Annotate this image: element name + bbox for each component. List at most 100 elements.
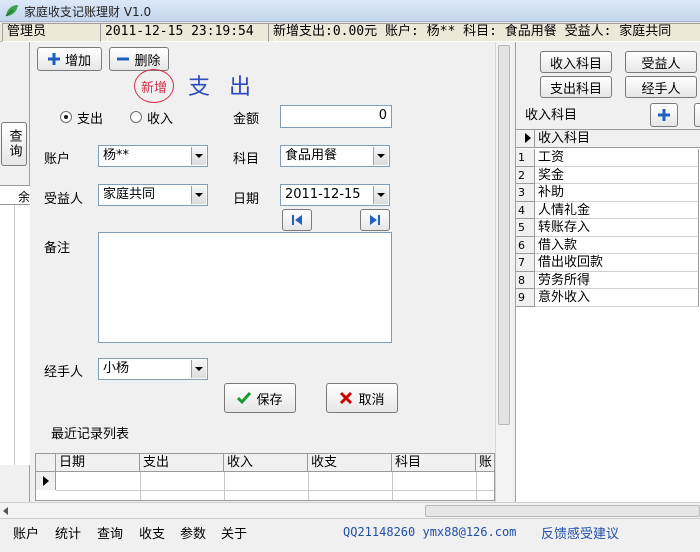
query-tab-button[interactable]: 查询 [1,122,27,166]
cancel-button[interactable]: 取消 [326,383,398,413]
menu-transactions[interactable]: 收支 [139,523,165,542]
delete-button[interactable]: 删除 [109,47,169,71]
status-user: 管理员 [2,23,108,42]
mode-title: 支 出 [188,75,257,100]
status-bar: 管理员 2011-12-15 23:19:54 新增支出:0.00元 账户: 杨… [0,22,700,42]
expense-radio[interactable] [60,111,72,123]
handler-label: 经手人 [44,365,84,380]
chevron-down-icon[interactable] [373,186,388,204]
menu-query[interactable]: 查询 [97,523,123,542]
note-label: 备注 [44,241,71,256]
beneficiary-button[interactable]: 受益人 [625,51,697,73]
account-select[interactable]: 杨** [98,145,208,167]
plus-icon [47,53,60,65]
chevron-down-icon[interactable] [373,147,388,165]
feedback-link[interactable]: 反馈感受建议 [541,523,619,542]
prev-day-button[interactable] [282,209,312,231]
skip-forward-icon [370,215,380,225]
save-button[interactable]: 保存 [224,383,296,413]
recent-list-title: 最近记录列表 [51,427,130,442]
beneficiary-select[interactable]: 家庭共同 [98,184,208,206]
category-row-number[interactable]: 1 [516,149,535,167]
category-row-number[interactable]: 7 [516,254,535,272]
chevron-down-icon[interactable] [191,186,206,204]
note-textarea[interactable] [98,232,392,343]
left-strip: 查询 余 [0,42,30,502]
income-radio[interactable] [130,111,142,123]
more-button[interactable] [694,103,700,127]
expense-category-button[interactable]: 支出科目 [540,76,612,98]
skip-back-icon [292,215,302,225]
col-income[interactable]: 收入 [224,454,308,472]
add-button[interactable]: 增加 [37,47,102,71]
category-row[interactable]: 转账存入 [535,219,699,237]
left-grid-header: 余 [0,185,30,205]
menu-settings[interactable]: 参数 [180,523,206,542]
close-icon [340,391,353,405]
handler-button[interactable]: 经手人 [625,76,697,98]
date-picker[interactable]: 2011-12-15 [280,184,390,206]
menu-statistics[interactable]: 统计 [55,523,81,542]
chevron-down-icon[interactable] [191,360,206,378]
menu-bar: 账户 统计 查询 收支 参数 关于 QQ21148260 ymx88@126.c… [0,519,700,552]
col-date[interactable]: 日期 [56,454,140,472]
category-row[interactable]: 借入款 [535,236,699,254]
minus-icon [117,57,130,61]
entry-form: 增加 删除 新增 支 出 支出 收入 金额 0 账户 杨** 科目 食品用餐 受… [30,42,495,502]
col-balance[interactable]: 收支 [308,454,392,472]
check-icon [237,392,252,405]
mode-badge: 新增 [134,69,174,103]
category-row[interactable]: 劳务所得 [535,271,699,289]
scroll-left-icon[interactable] [3,507,8,515]
date-label: 日期 [233,192,260,207]
app-leaf-icon [5,5,18,17]
category-list-title: 收入科目 [525,108,578,123]
left-grid-col: 余 [18,190,31,204]
beneficiary-label: 受益人 [44,192,84,207]
recent-records-grid[interactable]: 日期 支出 收入 收支 科目 账 [35,453,495,501]
category-select[interactable]: 食品用餐 [280,145,390,167]
category-row[interactable]: 意外收入 [535,289,699,307]
income-radio-label: 收入 [147,112,174,127]
add-category-button[interactable] [650,103,678,127]
horizontal-scrollbar[interactable] [0,502,700,519]
menu-about[interactable]: 关于 [221,523,247,542]
category-row[interactable]: 人情礼金 [535,201,699,219]
status-datetime: 2011-12-15 23:19:54 [100,23,276,42]
income-category-button[interactable]: 收入科目 [540,51,612,73]
category-row-number[interactable]: 3 [516,184,535,202]
title-bar: 家庭收支记账理财 V1.0 [0,0,700,22]
category-row[interactable]: 补助 [535,184,699,202]
contact-info: QQ21148260 ymx88@126.com [343,525,517,539]
category-row[interactable]: 奖金 [535,166,699,184]
category-row[interactable]: 工资 [535,149,699,167]
horizontal-scrollbar-thumb[interactable] [425,505,700,517]
right-panel: 收入科目 受益人 支出科目 经手人 收入科目 收入科目 1 工资 2 奖金 3 补助 4 人情… [515,42,700,502]
handler-select[interactable]: 小杨 [98,358,208,380]
expense-radio-label: 支出 [77,112,104,127]
menu-account[interactable]: 账户 [13,523,39,542]
row-pointer-icon [525,133,531,143]
status-message: 新增支出:0.00元 账户: 杨** 科目: 食品用餐 受益人: 家庭共同 [268,23,700,42]
form-scrollbar-thumb[interactable] [498,45,510,425]
form-scrollbar[interactable] [495,42,512,502]
amount-input[interactable]: 0 [280,105,392,128]
col-account[interactable]: 账 [476,454,494,472]
row-pointer-icon [36,472,56,490]
col-expense[interactable]: 支出 [140,454,224,472]
category-row-number[interactable]: 9 [516,289,535,307]
account-label: 账户 [44,152,71,167]
col-category[interactable]: 科目 [392,454,476,472]
category-row-number[interactable]: 5 [516,219,535,237]
category-grid[interactable]: 收入科目 1 工资 2 奖金 3 补助 4 人情礼金 5 转账存入 6 借入款 7 借出收回款 8 劳务所得 9… [516,129,700,502]
left-grid-body [0,205,30,465]
category-row-number[interactable]: 2 [516,166,535,184]
category-row[interactable]: 借出收回款 [535,254,699,272]
category-row-number[interactable]: 6 [516,236,535,254]
category-grid-header[interactable]: 收入科目 [535,130,700,148]
category-row-number[interactable]: 8 [516,271,535,289]
chevron-down-icon[interactable] [191,147,206,165]
next-day-button[interactable] [360,209,390,231]
category-row-number[interactable]: 4 [516,201,535,219]
category-label: 科目 [233,152,260,167]
